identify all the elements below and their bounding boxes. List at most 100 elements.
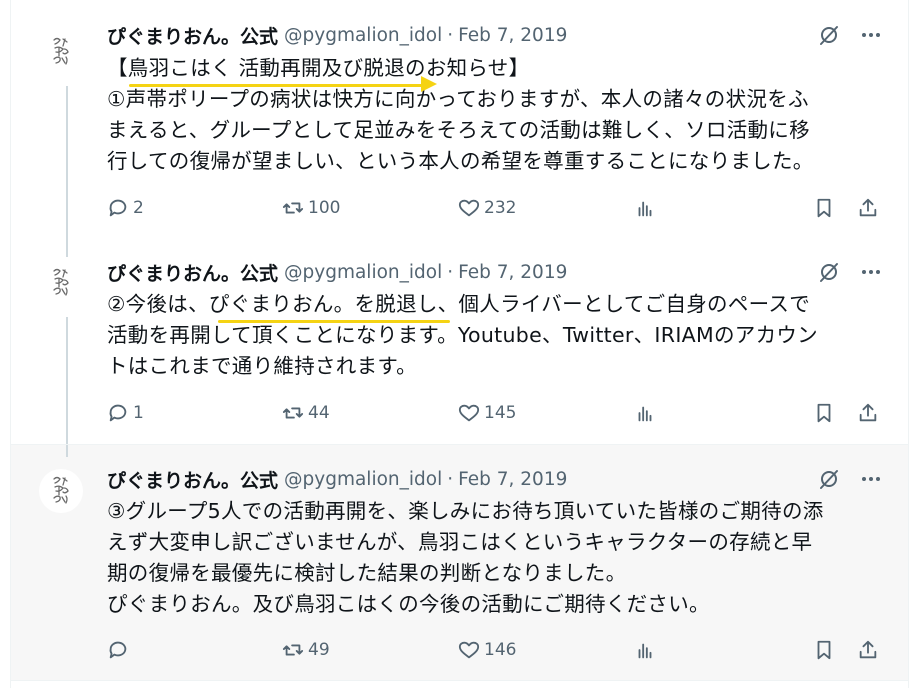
tweet-text-line: ②今後は、ぴぐまりおん。を脱退し、個人ライバーとしてご自身のペースで: [107, 292, 811, 316]
thread-line: [66, 86, 68, 237]
reply-button[interactable]: 2: [107, 195, 144, 221]
bookmark-button[interactable]: [813, 637, 835, 663]
reply-button[interactable]: 1: [107, 400, 144, 426]
bookmark-button[interactable]: [813, 400, 835, 426]
highlight-underline: [218, 320, 450, 323]
reply-button[interactable]: [107, 637, 133, 663]
user-handle[interactable]: @pygmalion_idol: [284, 262, 442, 283]
tweet-text-line: まえると、グループとして足並みをそろえての活動は難しく、ソロ活動に移: [107, 118, 810, 142]
tweet[interactable]: ぴぐまりおん。公式 @pygmalion_idol · Feb 7, 2019 …: [11, 0, 908, 237]
divider: [11, 680, 908, 681]
highlight-underline: [129, 84, 424, 87]
tweet[interactable]: ぴぐまりおん。公式 @pygmalion_idol · Feb 7, 2019 …: [11, 444, 908, 680]
repost-icon: [282, 407, 304, 419]
reply-icon: [109, 404, 127, 422]
like-count: 145: [484, 403, 517, 423]
tweet-text-line: 活動を再開して頂くことになります。Youtube、Twitter、IRIAMのア…: [107, 323, 818, 347]
repost-count: 49: [308, 640, 330, 660]
bookmark-icon: [817, 640, 831, 660]
user-handle[interactable]: @pygmalion_idol: [284, 25, 442, 46]
tweet-text: ②今後は、ぴぐまりおん。を脱退し、個人ライバーとしてご自身のペースで 活動を再開…: [107, 289, 897, 382]
avatar-logo-icon: [53, 268, 69, 296]
views-button[interactable]: [634, 400, 656, 426]
repost-count: 44: [308, 403, 330, 423]
tweet[interactable]: ぴぐまりおん。公式 @pygmalion_idol · Feb 7, 2019 …: [11, 237, 908, 444]
like-count: 232: [484, 198, 517, 218]
views-button[interactable]: [634, 195, 656, 221]
tweet-thread: ぴぐまりおん。公式 @pygmalion_idol · Feb 7, 2019 …: [10, 0, 909, 688]
more-icon[interactable]: [859, 467, 883, 491]
grok-icon[interactable]: [817, 467, 841, 491]
like-icon: [458, 641, 480, 659]
tweet-text-line: 行しての復帰が望ましい、という本人の希望を尊重することになりました。: [107, 149, 814, 173]
tweet-header: ぴぐまりおん。公式 @pygmalion_idol · Feb 7, 2019: [107, 258, 567, 286]
separator-dot: ·: [447, 261, 454, 283]
tweet-actions: 1 44 145: [107, 400, 897, 426]
views-button[interactable]: [634, 637, 656, 663]
tweet-actions: 49 146: [107, 637, 897, 663]
like-button[interactable]: 232: [458, 195, 516, 221]
repost-icon: [282, 644, 304, 656]
share-button[interactable]: [857, 637, 879, 663]
highlight-arrow: [421, 76, 437, 92]
avatar[interactable]: [39, 469, 83, 513]
views-icon: [638, 643, 652, 659]
avatar[interactable]: [39, 261, 83, 305]
tweet-date[interactable]: Feb 7, 2019: [458, 25, 567, 46]
repost-button[interactable]: 100: [282, 195, 340, 221]
grok-icon[interactable]: [817, 23, 841, 47]
share-icon: [859, 198, 877, 217]
display-name[interactable]: ぴぐまりおん。公式: [107, 466, 278, 493]
thread-line: [66, 237, 68, 257]
like-icon: [458, 199, 480, 217]
user-handle[interactable]: @pygmalion_idol: [284, 469, 442, 490]
tweet-text-line: ぴぐまりおん。及び鳥羽こはくの今後の活動にご期待ください。: [107, 592, 710, 616]
tweet-text-line: えず大変申し訳ございませんが、鳥羽こはくというキャラクターの存続と早: [107, 530, 813, 554]
share-icon: [859, 403, 877, 422]
tweet-text: ③グループ5人での活動再開を、楽しみにお待ち頂いていた皆様のご期待の添 えず大変…: [107, 496, 897, 620]
avatar[interactable]: [39, 30, 83, 74]
separator-dot: ·: [447, 24, 454, 46]
tweet-header: ぴぐまりおん。公式 @pygmalion_idol · Feb 7, 2019: [107, 465, 567, 493]
avatar-logo-icon: [53, 476, 69, 504]
repost-button[interactable]: 44: [282, 400, 330, 426]
reply-icon: [109, 641, 127, 659]
like-button[interactable]: 146: [458, 637, 516, 663]
display-name[interactable]: ぴぐまりおん。公式: [107, 22, 278, 49]
bookmark-icon: [817, 198, 831, 218]
bookmark-icon: [817, 403, 831, 423]
reply-count: 2: [133, 198, 144, 218]
views-icon: [638, 406, 652, 422]
more-icon[interactable]: [859, 23, 883, 47]
tweet-actions: 2 100 232: [107, 195, 897, 221]
thread-line: [66, 317, 68, 444]
tweet-header: ぴぐまりおん。公式 @pygmalion_idol · Feb 7, 2019: [107, 21, 567, 49]
tweet-text-line: 期の復帰を最優先に検討した結果の判断となりました。: [107, 561, 627, 585]
tweet-text-line: ③グループ5人での活動再開を、楽しみにお待ち頂いていた皆様のご期待の添: [107, 499, 824, 523]
tweet-text-line: 【鳥羽こはく 活動再開及び脱退のお知らせ】: [107, 56, 530, 80]
avatar-logo-icon: [53, 37, 69, 65]
bookmark-button[interactable]: [813, 195, 835, 221]
tweet-text-line: トはこれまで通り維持されます。: [107, 354, 417, 378]
grok-icon[interactable]: [817, 260, 841, 284]
repost-button[interactable]: 49: [282, 637, 330, 663]
like-count: 146: [484, 640, 517, 660]
repost-count: 100: [308, 198, 341, 218]
repost-icon: [282, 202, 304, 214]
views-icon: [638, 201, 652, 217]
separator-dot: ·: [447, 468, 454, 490]
thread-line: [66, 445, 68, 457]
share-icon: [859, 640, 877, 659]
tweet-date[interactable]: Feb 7, 2019: [458, 469, 567, 490]
tweet-date[interactable]: Feb 7, 2019: [458, 262, 567, 283]
reply-count: 1: [133, 403, 144, 423]
share-button[interactable]: [857, 400, 879, 426]
display-name[interactable]: ぴぐまりおん。公式: [107, 259, 278, 286]
like-icon: [458, 404, 480, 422]
tweet-text: 【鳥羽こはく 活動再開及び脱退のお知らせ】 ①声帯ポリープの病状は快方に向かって…: [107, 53, 897, 177]
share-button[interactable]: [857, 195, 879, 221]
more-icon[interactable]: [859, 260, 883, 284]
like-button[interactable]: 145: [458, 400, 516, 426]
reply-icon: [109, 199, 127, 217]
tweet-text-line: ①声帯ポリープの病状は快方に向かっておりますが、本人の諸々の状況をふ: [107, 87, 809, 111]
